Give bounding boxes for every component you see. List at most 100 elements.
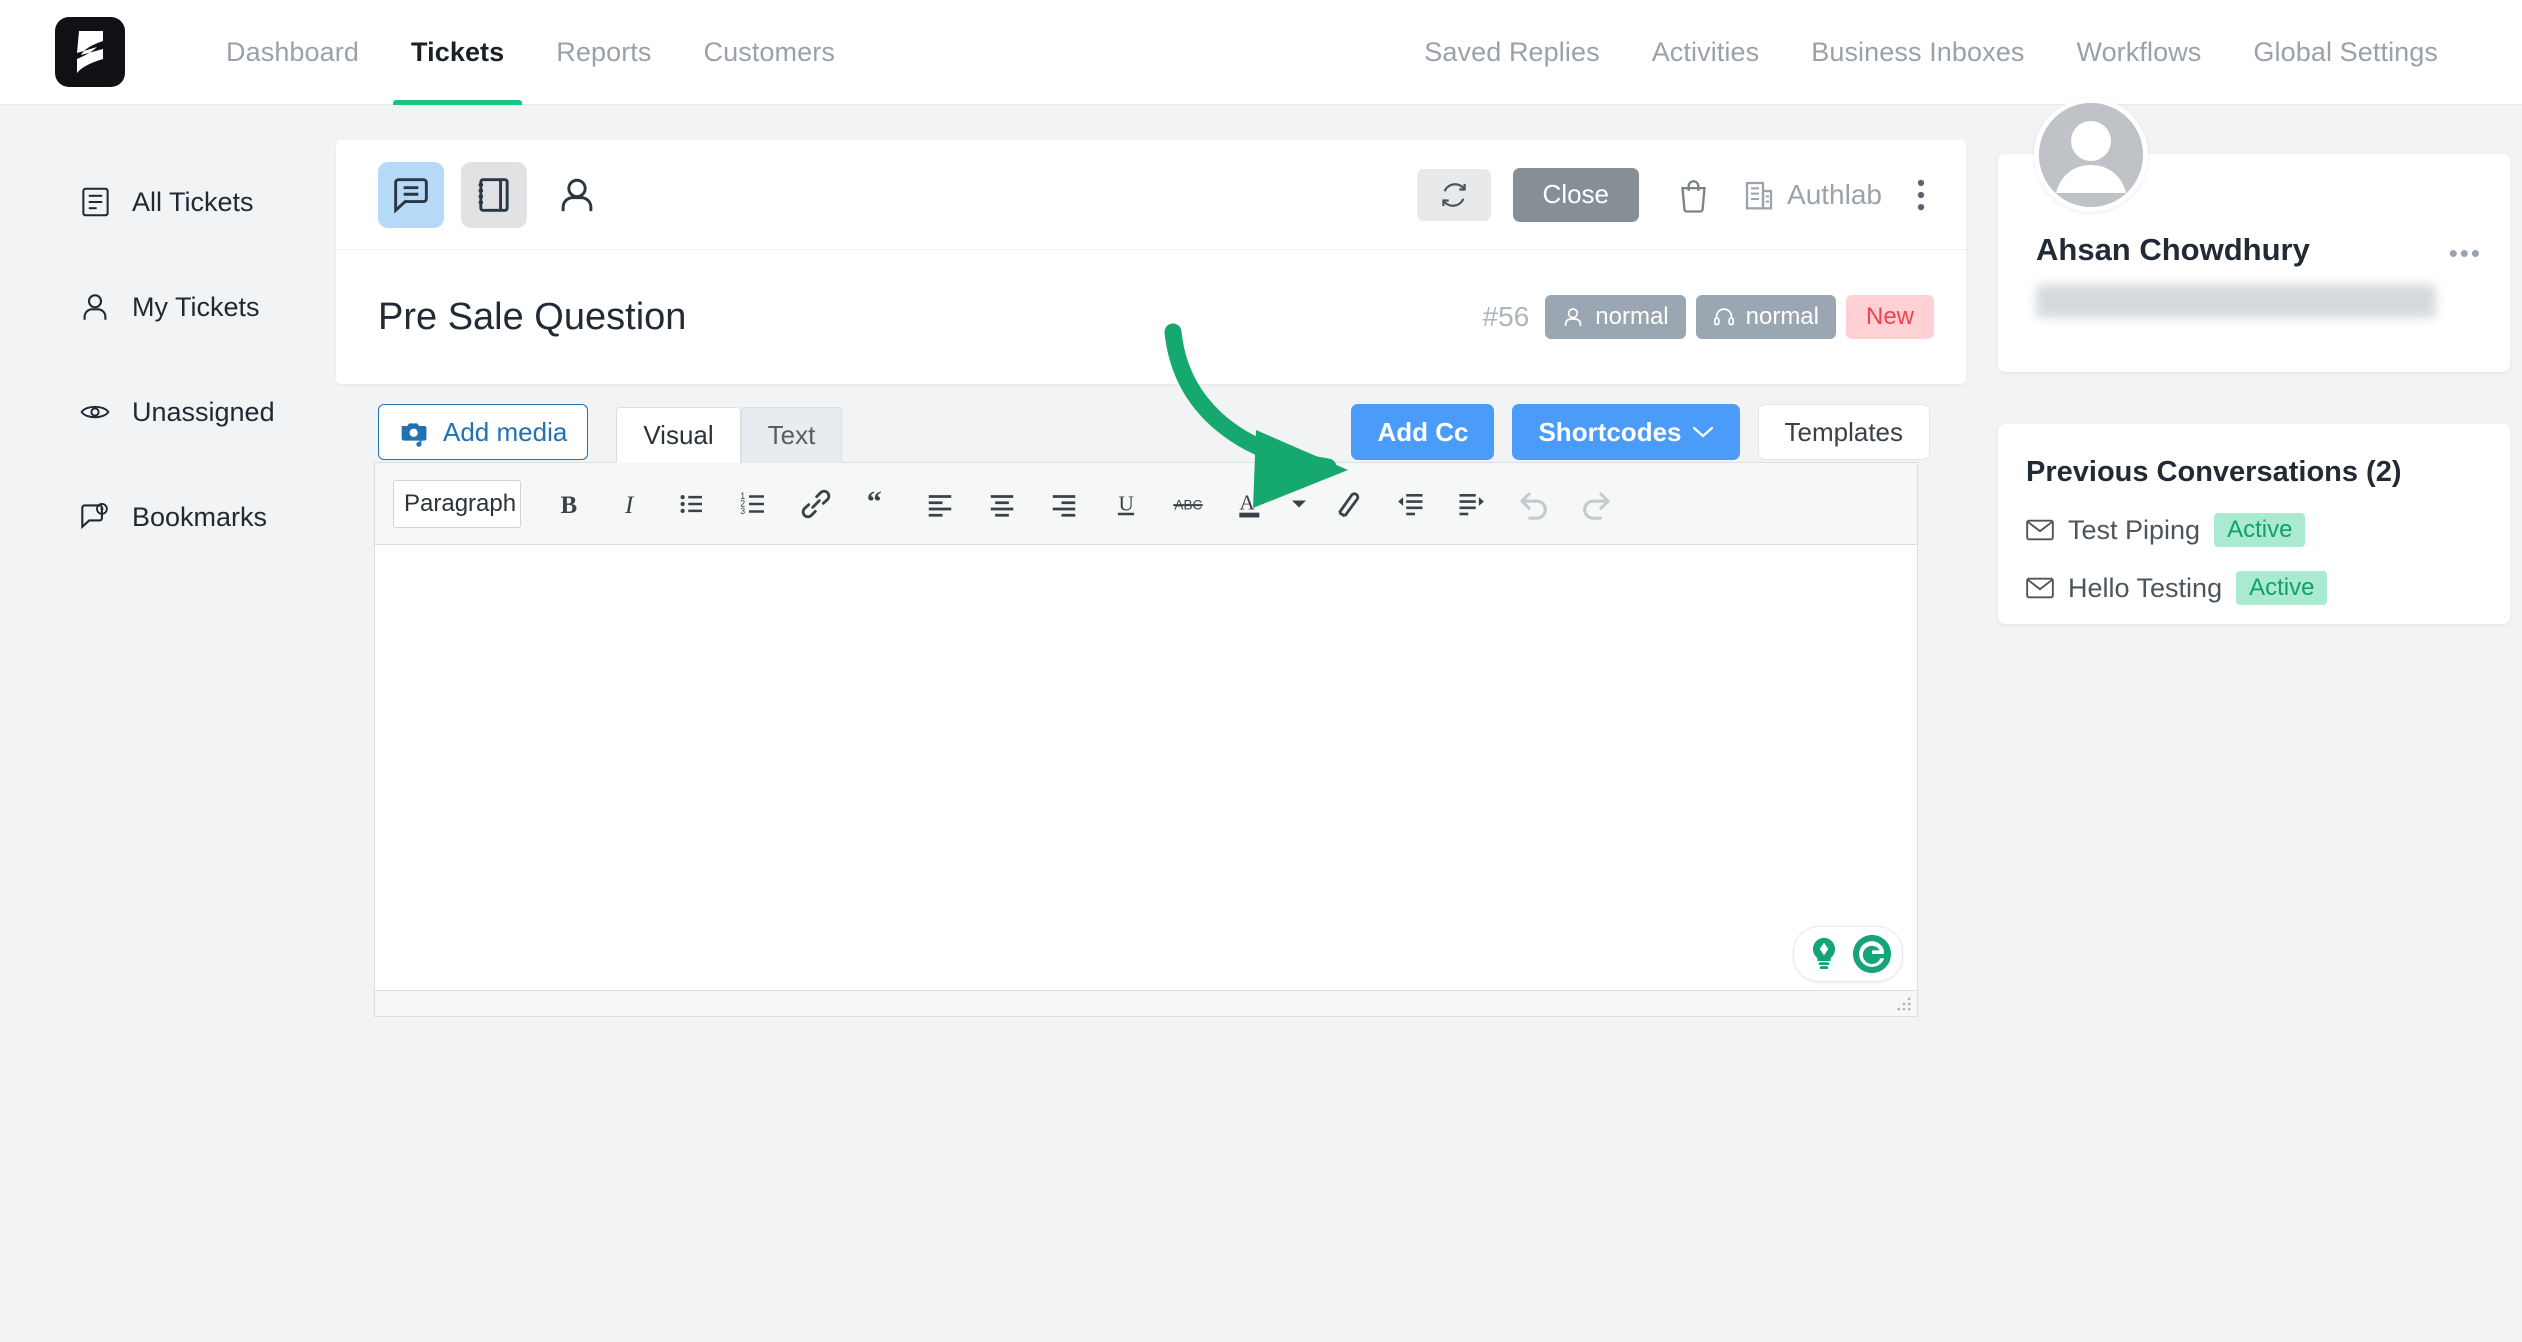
italic-icon: I <box>624 491 635 518</box>
reply-composer-area: Add media Visual Text Add Cc Shortcodes … <box>336 388 1966 1342</box>
contact-more-actions-button[interactable]: ••• <box>2449 238 2482 269</box>
shortcodes-button[interactable]: Shortcodes <box>1512 404 1740 460</box>
editor-mode-tabs: Visual Text <box>616 407 843 463</box>
svg-text:A: A <box>1239 490 1255 514</box>
shopping-bag-button[interactable] <box>1677 177 1710 213</box>
strikethrough-button[interactable]: ABC <box>1157 473 1219 535</box>
contact-name: Ahsan Chowdhury <box>2036 232 2310 267</box>
bulleted-list-button[interactable] <box>661 473 723 535</box>
contact-card: Ahsan Chowdhury ••• <box>1998 98 2510 372</box>
paragraph-format-select[interactable]: Paragraph <box>393 479 521 528</box>
outdent-button[interactable] <box>1379 473 1441 535</box>
grammarly-widget[interactable] <box>1793 926 1903 982</box>
resize-grip-icon[interactable] <box>1895 995 1913 1013</box>
bold-button[interactable]: B <box>537 473 599 535</box>
align-center-button[interactable] <box>971 473 1033 535</box>
status-badge-assignee-priority[interactable]: normal <box>1545 295 1686 339</box>
underline-icon: U <box>1117 491 1135 515</box>
conversation-bubble-icon <box>394 177 428 214</box>
sidebar-item-all-tickets[interactable]: All Tickets <box>0 176 336 228</box>
svg-text:I: I <box>624 491 635 518</box>
align-left-icon <box>928 494 952 517</box>
status-badge-support-priority[interactable]: normal <box>1695 295 1836 339</box>
avatar[interactable] <box>2034 98 2148 212</box>
status-badge-new[interactable]: New <box>1845 295 1934 339</box>
nav-item-customers[interactable]: Customers <box>678 0 861 105</box>
align-right-button[interactable] <box>1033 473 1095 535</box>
nav-item-label: Global Settings <box>2253 36 2438 67</box>
add-cc-button[interactable]: Add Cc <box>1351 404 1495 460</box>
align-left-button[interactable] <box>909 473 971 535</box>
editor-content-area[interactable] <box>375 545 1917 990</box>
view-toggle-notebook[interactable] <box>461 161 527 228</box>
italic-button[interactable]: I <box>599 473 661 535</box>
paragraph-format-value: Paragraph <box>404 489 517 517</box>
redo-button[interactable] <box>1565 473 1627 535</box>
svg-text:U: U <box>1119 491 1134 515</box>
indent-button[interactable] <box>1441 473 1503 535</box>
add-media-button[interactable]: Add media <box>378 404 589 460</box>
nav-item-tickets[interactable]: Tickets <box>385 0 530 105</box>
nav-item-saved-replies[interactable]: Saved Replies <box>1398 0 1625 105</box>
list-item[interactable]: Hello Testing Active <box>2026 571 2510 605</box>
brand-logo[interactable] <box>55 17 125 87</box>
nav-item-business-inboxes[interactable]: Business Inboxes <box>1785 0 2050 105</box>
sidebar-item-my-tickets[interactable]: My Tickets <box>0 281 336 333</box>
nav-item-workflows[interactable]: Workflows <box>2050 0 2227 105</box>
sidebar-item-label: Unassigned <box>132 396 275 427</box>
svg-text:3: 3 <box>740 506 745 516</box>
center-column: Close Authlab Pre Sale Question #56 norm… <box>336 106 1978 1342</box>
sidebar-item-bookmarks[interactable]: Bookmarks <box>0 491 336 543</box>
rich-text-editor: Paragraph B I 123 “ U ABC A <box>374 462 1918 1017</box>
text-color-icon: A <box>1239 490 1260 517</box>
flowbite-lightning-logo-icon <box>77 31 103 73</box>
sidebar-item-label: Bookmarks <box>132 501 268 532</box>
left-sidebar: All Tickets My Tickets Unassigned Bookma… <box>0 106 336 1342</box>
nav-item-label: Activities <box>1651 36 1760 67</box>
align-center-icon <box>990 494 1014 517</box>
ticket-toolbar: Close Authlab <box>336 140 1966 250</box>
eye-icon <box>80 397 110 427</box>
undo-button[interactable] <box>1503 473 1565 535</box>
refresh-button[interactable] <box>1416 168 1491 221</box>
list-item[interactable]: Test Piping Active <box>2026 513 2510 547</box>
notebook-icon <box>478 177 509 212</box>
clear-formatting-eraser-icon <box>1338 491 1360 517</box>
ticket-number: #56 <box>1482 301 1530 332</box>
nav-item-label: Reports <box>556 36 652 67</box>
default-user-avatar-icon <box>2039 103 2143 207</box>
text-color-dropdown-button[interactable] <box>1281 473 1317 535</box>
add-media-label: Add media <box>443 416 568 447</box>
tab-visual[interactable]: Visual <box>616 407 741 463</box>
nav-item-dashboard[interactable]: Dashboard <box>200 0 385 105</box>
person-icon <box>1565 308 1582 326</box>
clear-formatting-button[interactable] <box>1317 473 1379 535</box>
blockquote-button[interactable]: “ <box>847 473 909 535</box>
text-color-button[interactable]: A <box>1219 473 1281 535</box>
sidebar-item-unassigned[interactable]: Unassigned <box>0 386 336 438</box>
building-icon <box>1745 181 1773 209</box>
ticket-title-row: Pre Sale Question #56 normal normal New <box>336 250 1966 384</box>
nav-item-activities[interactable]: Activities <box>1626 0 1786 105</box>
view-toggle-contact[interactable] <box>544 162 610 228</box>
close-ticket-button[interactable]: Close <box>1512 167 1640 222</box>
conversation-label: Hello Testing <box>2068 572 2223 603</box>
nav-item-reports[interactable]: Reports <box>530 0 677 105</box>
company-chip[interactable]: Authlab <box>1744 179 1882 211</box>
link-button[interactable] <box>785 473 847 535</box>
ticket-more-actions-button[interactable] <box>1908 174 1934 216</box>
status-badge: Active <box>2236 571 2328 605</box>
numbered-list-button[interactable]: 123 <box>723 473 785 535</box>
nav-item-global-settings[interactable]: Global Settings <box>2227 0 2464 105</box>
view-toggle-conversation[interactable] <box>378 161 444 228</box>
shortcodes-label: Shortcodes <box>1538 416 1682 447</box>
sidebar-item-label: All Tickets <box>132 186 254 217</box>
previous-conversations-card: Previous Conversations (2) Test Piping A… <box>1998 424 2510 624</box>
envelope-icon <box>2026 519 2054 541</box>
headset-icon <box>1713 308 1734 326</box>
tab-text[interactable]: Text <box>740 407 843 463</box>
badge-label: normal <box>1595 303 1669 330</box>
editor-format-toolbar: Paragraph B I 123 “ U ABC A <box>375 463 1917 545</box>
underline-button[interactable]: U <box>1095 473 1157 535</box>
templates-button[interactable]: Templates <box>1757 404 1930 460</box>
